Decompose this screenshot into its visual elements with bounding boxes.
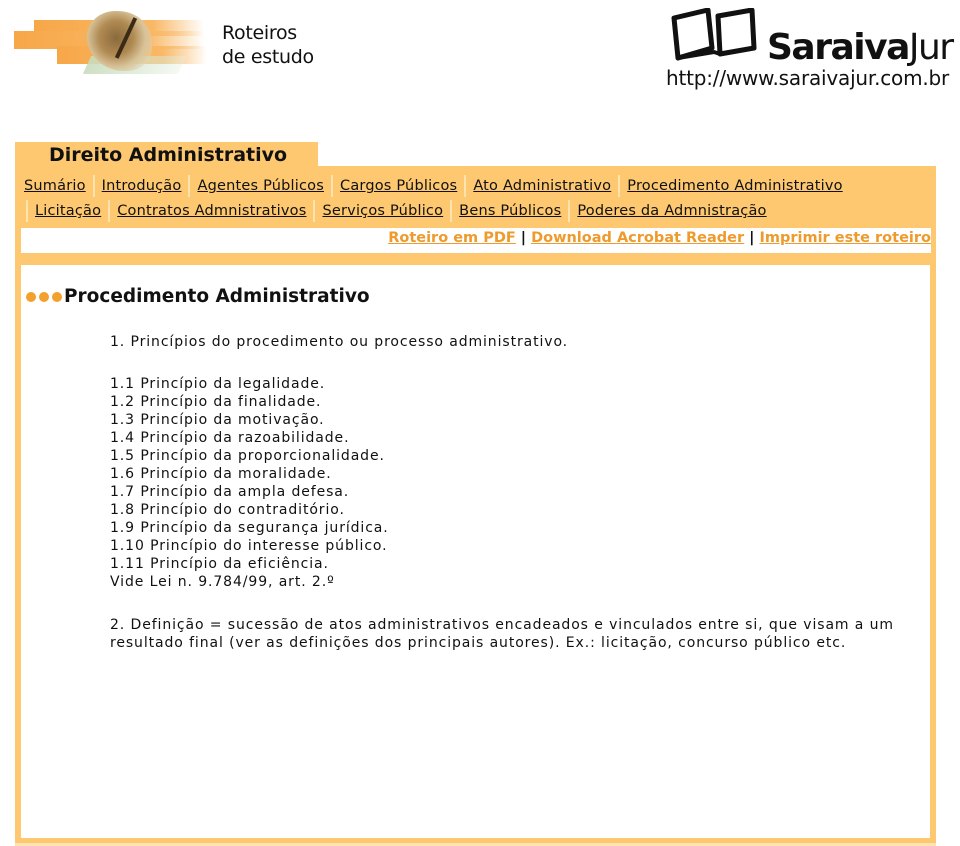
nav-link-sumario[interactable]: Sumário <box>24 175 93 197</box>
action-links: Roteiro em PDF | Download Acrobat Reader | I… <box>388 230 931 246</box>
separator: | <box>749 230 755 246</box>
list-item: 1.10 Princípio do interesse público. <box>110 538 388 554</box>
nav-link-licitacao[interactable]: Licitação <box>26 200 108 222</box>
section-title: Direito Administrativo <box>49 144 288 166</box>
roteiros-de-estudo-logo: Roteiros de estudo <box>12 6 332 86</box>
nav-link-introducao[interactable]: Introdução <box>92 175 189 197</box>
print-roteiro-link[interactable]: Imprimir este roteiro <box>759 230 931 246</box>
actions-bar: Roteiro em PDF | Download Acrobat Reader | I… <box>21 228 931 253</box>
principles-list: 1.1 Princípio da legalidade. 1.2 Princíp… <box>110 375 389 591</box>
list-item: 1.3 Princípio da motivação. <box>110 412 325 428</box>
bullet-dots-icon <box>26 291 62 302</box>
separator: | <box>520 230 527 246</box>
nav-link-cargos-publicos[interactable]: Cargos Públicos <box>331 175 464 197</box>
list-item: 1.6 Princípio da moralidade. <box>110 466 332 482</box>
definition-paragraph: 2. Definição = sucessão de atos administ… <box>110 617 894 651</box>
logo-caption-line1: Roteiros <box>222 22 297 44</box>
nav-row-2: Licitação Contratos Admnistrativos Servi… <box>26 199 774 223</box>
nav-link-agentes-publicos[interactable]: Agentes Públicos <box>188 175 331 197</box>
nav-link-poderes-da-administracao[interactable]: Poderes da Admnistração <box>568 200 773 222</box>
list-item: 1.11 Princípio da eficiência. <box>110 556 329 572</box>
nav-link-procedimento-administrativo[interactable]: Procedimento Administrativo <box>618 175 849 197</box>
page-title: Procedimento Administrativo <box>64 286 370 307</box>
download-acrobat-link[interactable]: Download Acrobat Reader <box>531 230 744 246</box>
list-item: 1.4 Princípio da razoabilidade. <box>110 430 350 446</box>
list-item: 1.9 Princípio da segurança jurídica. <box>110 520 389 536</box>
list-item: 1.1 Princípio da legalidade. <box>110 376 326 392</box>
nav-link-servicos-publico[interactable]: Serviços Público <box>313 200 450 222</box>
legal-reference: Vide Lei n. 9.784/99, art. 2.º <box>110 574 335 590</box>
list-item: 1.5 Princípio da proporcionalidade. <box>110 448 385 464</box>
site-url[interactable]: http://www.saraivajur.com.br <box>666 66 949 90</box>
logo-caption-line2: de estudo <box>222 46 314 68</box>
list-item: 1.7 Princípio da ampla defesa. <box>110 484 350 500</box>
writing-hand-illustration-icon <box>12 6 212 86</box>
principles-intro: 1. Princípios do procedimento ou process… <box>110 334 569 350</box>
nav-link-bens-publicos[interactable]: Bens Públicos <box>450 200 568 222</box>
open-book-icon <box>671 8 757 61</box>
nav-link-contratos-administrativos[interactable]: Contratos Admnistrativos <box>108 200 313 222</box>
nav-row-1: Sumário Introdução Agentes Públicos Carg… <box>24 174 850 198</box>
roteiro-pdf-link[interactable]: Roteiro em PDF <box>388 230 516 246</box>
saraivajur-logo[interactable]: SaraivaJur http://www.saraivajur.com.br <box>664 6 960 101</box>
list-item: 1.2 Princípio da finalidade. <box>110 394 322 410</box>
brand-name: SaraivaJur <box>767 27 954 68</box>
list-item: 1.8 Princípio do contraditório. <box>110 502 345 518</box>
page-heading: Procedimento Administrativo <box>26 286 370 307</box>
nav-link-ato-administrativo[interactable]: Ato Administrativo <box>464 175 618 197</box>
brand-name-bold: Saraiva <box>767 27 910 68</box>
logo-caption: Roteiros de estudo <box>222 21 314 69</box>
brand-name-light: Jur <box>908 27 954 68</box>
